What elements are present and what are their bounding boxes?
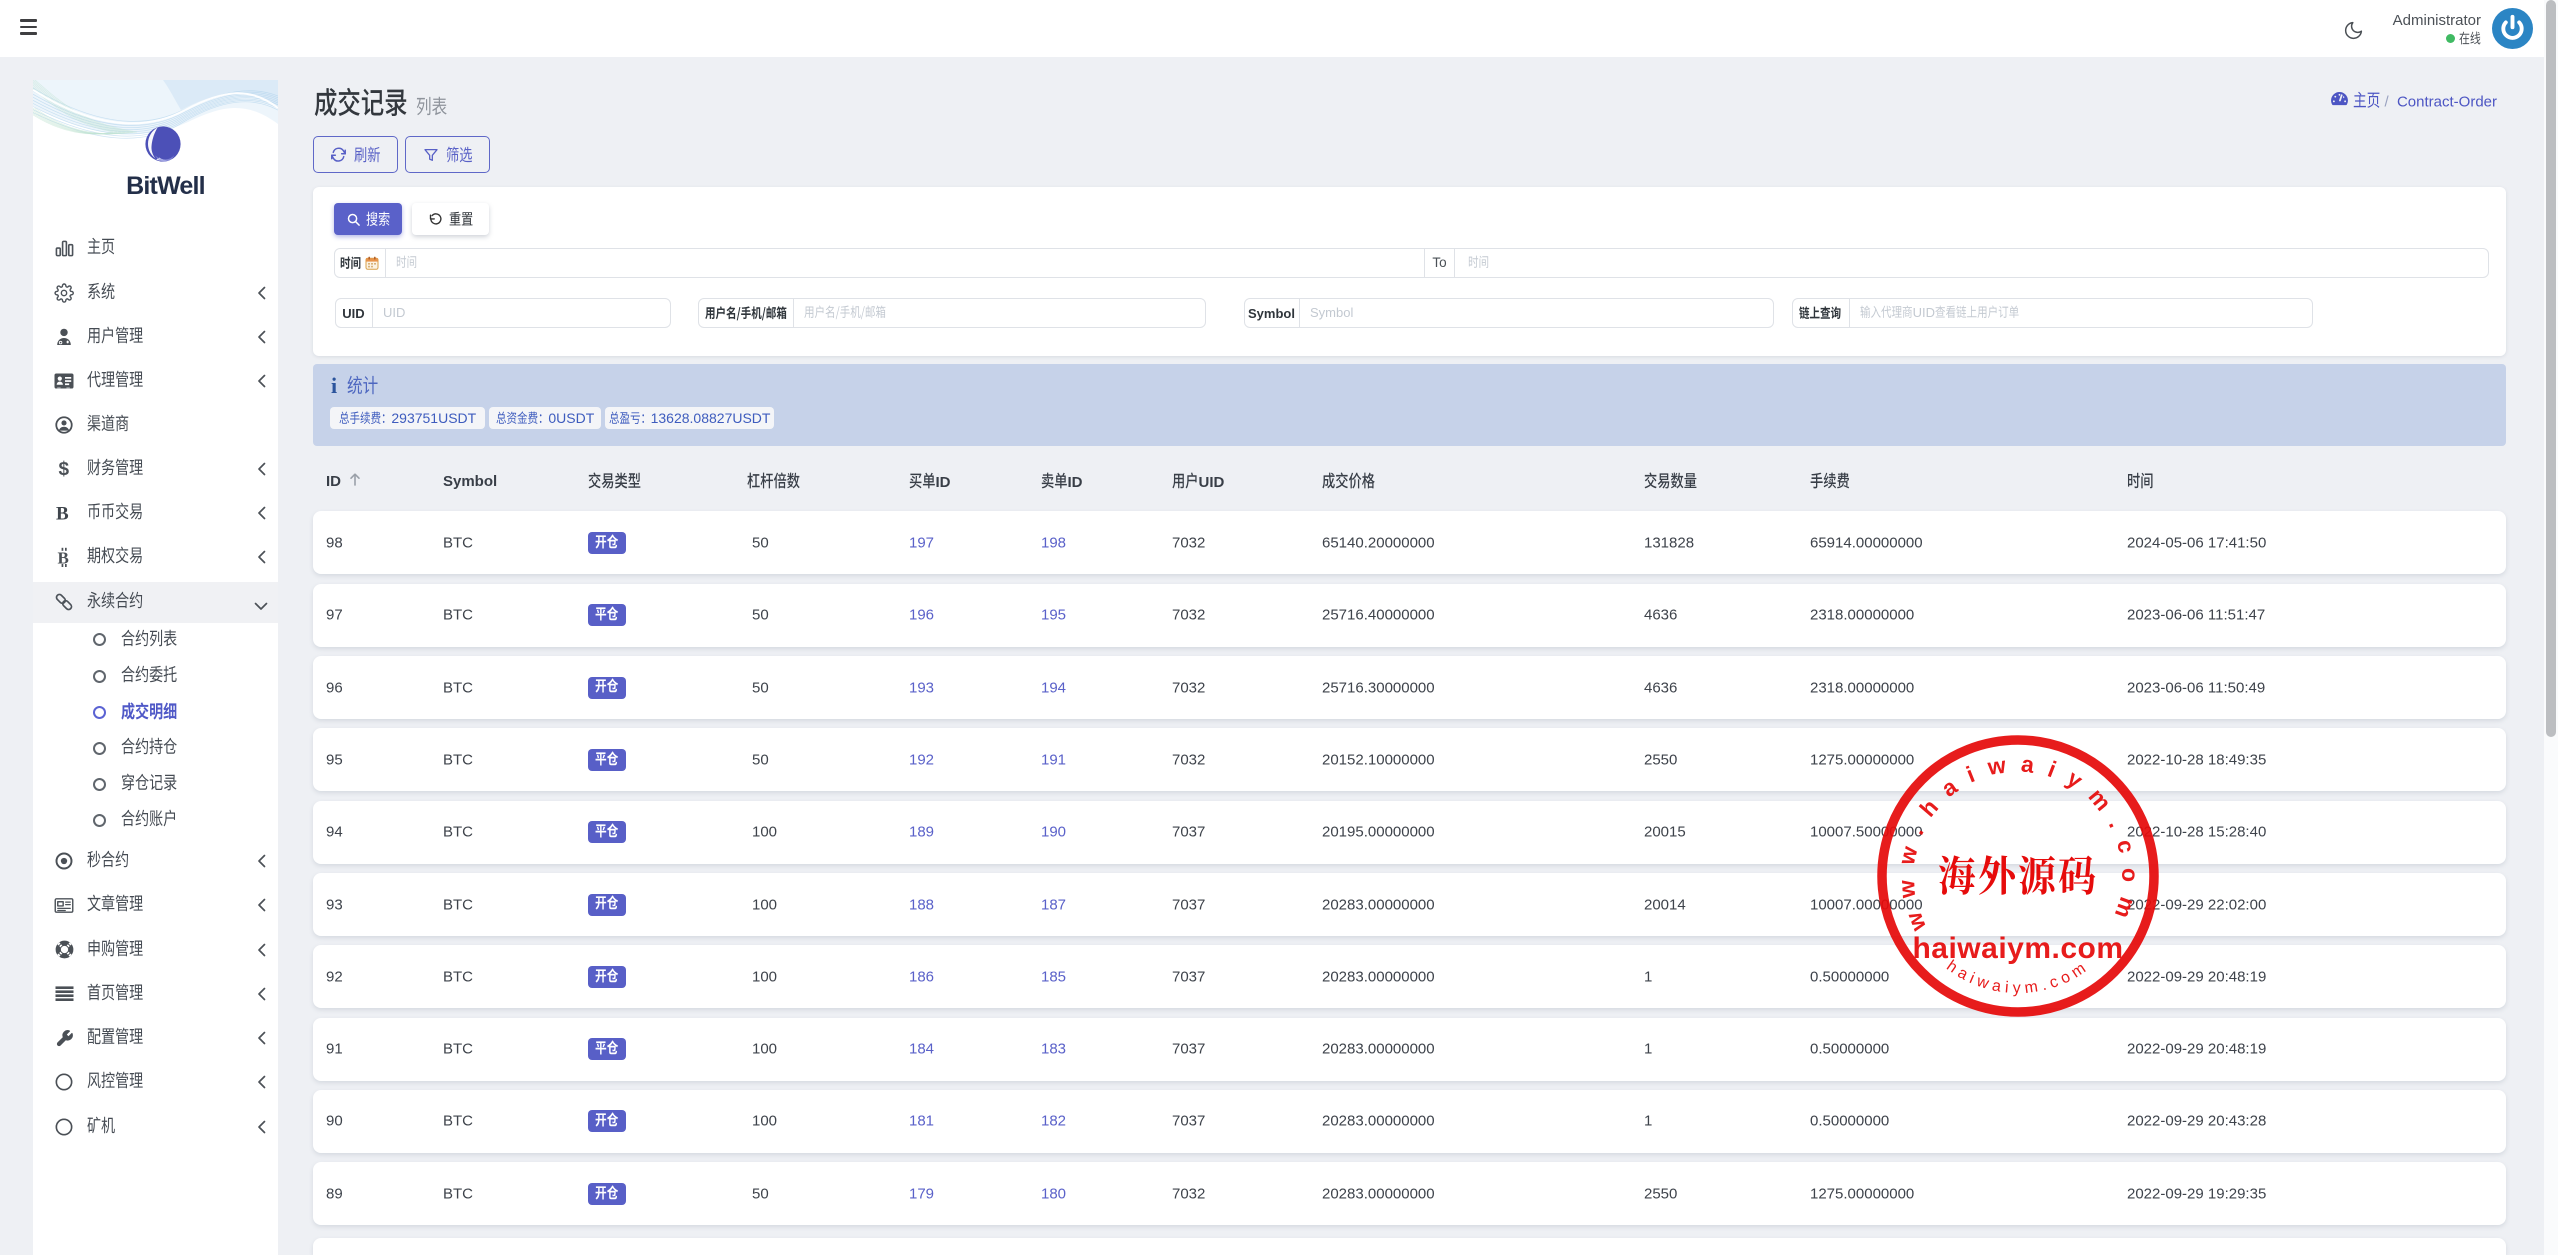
svg-text:B: B [56, 504, 69, 524]
svg-text:haiwaiym.com: haiwaiym.com [1912, 932, 2123, 965]
svg-text:$: $ [58, 459, 69, 479]
